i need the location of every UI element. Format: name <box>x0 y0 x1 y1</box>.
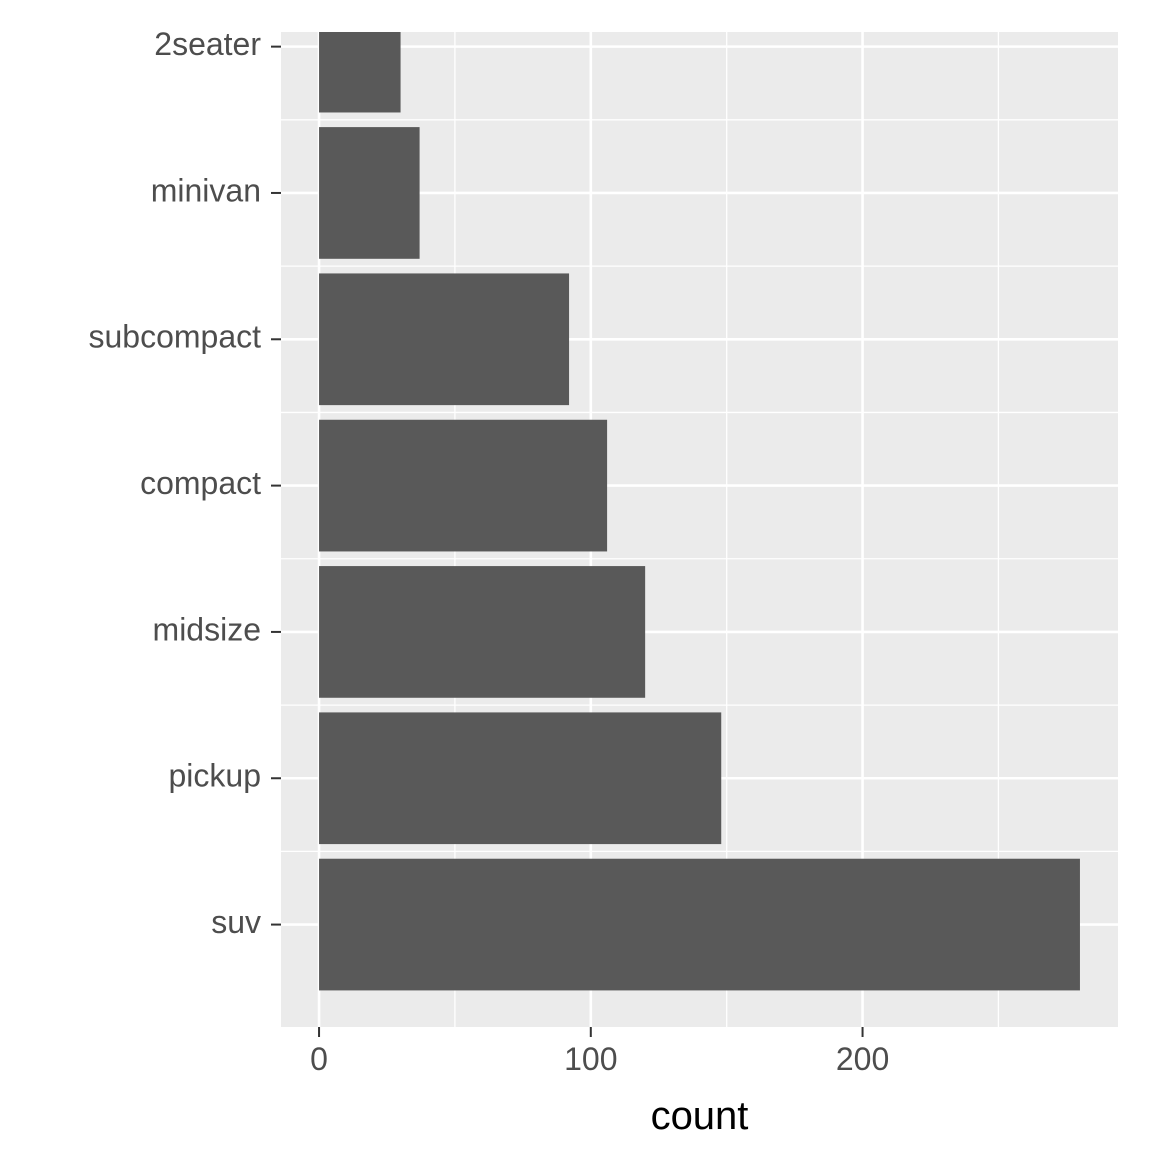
bar-subcompact <box>319 273 569 405</box>
bar-compact <box>319 420 607 552</box>
bar-suv <box>319 859 1080 991</box>
x-axis-title: count <box>651 1094 749 1138</box>
y-tick-label: subcompact <box>88 319 261 355</box>
y-tick-label: compact <box>140 465 261 501</box>
bar-chart: 2seater minivan subcompact compact midsize pi… <box>0 0 1152 1152</box>
bar-minivan <box>319 127 420 259</box>
bar-pickup <box>319 712 721 844</box>
y-tick-label: midsize <box>153 611 261 647</box>
y-tick-label: pickup <box>169 758 262 794</box>
x-tick-label: 100 <box>564 1041 617 1077</box>
y-tick-label: minivan <box>151 172 261 208</box>
y-tick-label: 2seater <box>154 26 261 62</box>
x-tick-label: 0 <box>310 1041 328 1077</box>
y-tick-label: suv <box>211 904 261 940</box>
bar-2seater <box>319 0 401 112</box>
x-tick-label: 200 <box>836 1041 889 1077</box>
bar-midsize <box>319 566 645 698</box>
